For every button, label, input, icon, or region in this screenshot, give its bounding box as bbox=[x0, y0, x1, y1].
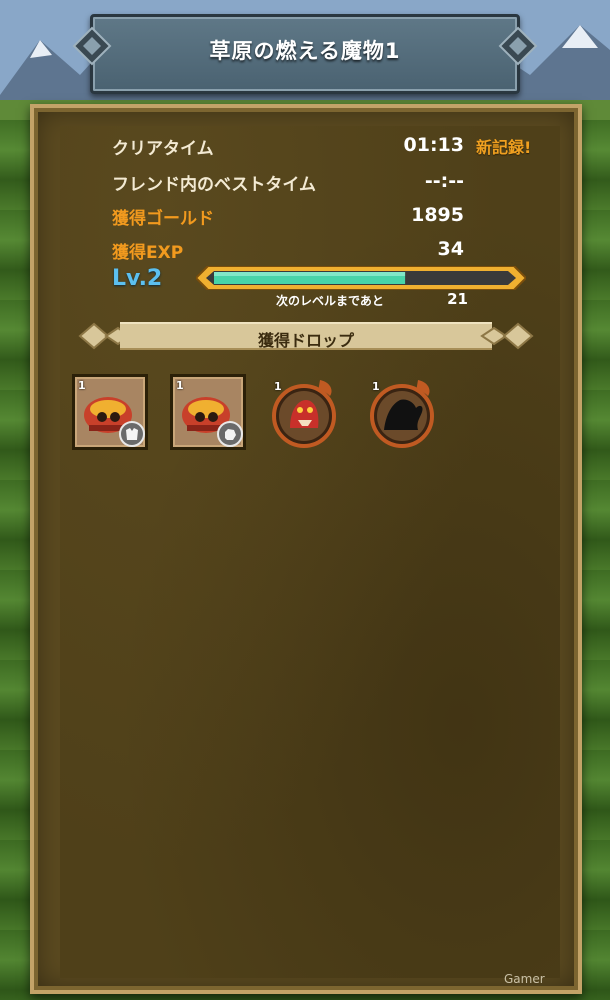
gold-row: 獲得ゴールド 1895 bbox=[112, 200, 542, 230]
drop-item-3[interactable]: 1 bbox=[268, 374, 344, 450]
clear-time-label: クリアタイム bbox=[112, 139, 214, 159]
stage-title-banner: 草原の燃える魔物1 bbox=[90, 14, 520, 94]
drop-header: 獲得ドロップ bbox=[76, 318, 536, 354]
friend-best-label: フレンド内のベストタイム bbox=[112, 175, 316, 195]
drop-header-label: 獲得ドロップ bbox=[257, 331, 354, 350]
drop-rarity: 1 bbox=[78, 379, 86, 392]
drop-rarity: 1 bbox=[176, 379, 184, 392]
drop-item-4[interactable]: 1 bbox=[366, 374, 442, 450]
new-record-badge: 新記録! bbox=[476, 138, 532, 157]
friend-best-row: フレンド内のベストタイム --:-- bbox=[112, 166, 542, 196]
drop-rarity: 1 bbox=[274, 380, 282, 393]
gold-value: 1895 bbox=[411, 204, 464, 226]
next-level-label: 次のレベルまであと bbox=[276, 294, 384, 308]
ornament-left-icon bbox=[72, 26, 112, 66]
exp-label: 獲得EXP bbox=[112, 243, 184, 263]
stage-title: 草原の燃える魔物1 bbox=[209, 39, 401, 63]
exp-row: 獲得EXP 34 bbox=[112, 234, 542, 264]
clear-time-value: 01:13 bbox=[403, 134, 464, 156]
exp-value: 34 bbox=[437, 238, 464, 260]
drop-rarity: 1 bbox=[372, 380, 380, 393]
exp-progress-bar bbox=[196, 266, 526, 290]
chest-armor-badge-icon bbox=[119, 421, 145, 447]
level-label: Lv.2 bbox=[112, 266, 163, 291]
ornament-right-icon bbox=[498, 26, 538, 66]
watermark: Gamer bbox=[504, 972, 545, 986]
gauntlet-badge-icon bbox=[217, 421, 243, 447]
gold-label: 獲得ゴールド bbox=[112, 209, 214, 229]
drop-item-2[interactable]: 1 bbox=[170, 374, 246, 450]
drop-item-1[interactable]: 1 bbox=[72, 374, 148, 450]
next-level-value: 21 bbox=[447, 290, 468, 308]
friend-best-value: --:-- bbox=[424, 170, 464, 192]
